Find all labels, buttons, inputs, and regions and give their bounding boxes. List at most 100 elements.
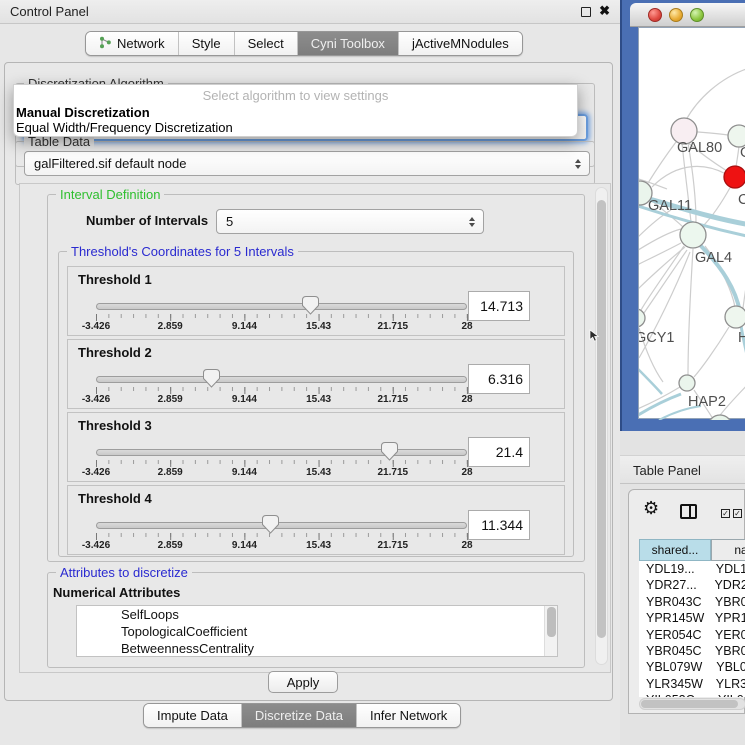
scale-label: 21.715: [378, 394, 409, 405]
float-panel-icon[interactable]: [581, 7, 591, 17]
scrollbar-thumb[interactable]: [597, 200, 606, 638]
num-intervals-select[interactable]: 5: [216, 209, 484, 234]
network-canvas[interactable]: GAL80GACGAL11GAL4GCY1HHAP2: [638, 27, 745, 419]
slider-track[interactable]: [96, 303, 467, 310]
network-window: GAL80GACGAL11GAL4GCY1HHAP2: [620, 0, 745, 431]
table-row[interactable]: YBR045CYBR0: [639, 643, 745, 659]
column-header-na[interactable]: na: [711, 539, 745, 561]
table-header: shared...na: [639, 539, 745, 561]
tab-cyni-toolbox[interactable]: Cyni Toolbox: [297, 32, 398, 55]
slider-handle[interactable]: [262, 515, 279, 534]
table-hscrollbar[interactable]: [639, 698, 745, 710]
cell-name: YPR1: [708, 610, 745, 626]
slider-handle[interactable]: [381, 442, 398, 461]
column-header-shared-[interactable]: shared...: [639, 539, 711, 561]
table-row[interactable]: YDR27...YDR2: [639, 577, 745, 593]
cell-name: YBR0: [708, 594, 745, 610]
tab-label: Impute Data: [157, 708, 228, 723]
table-data-select[interactable]: galFiltered.sif default node: [24, 151, 590, 176]
apply-button[interactable]: Apply: [268, 671, 338, 693]
node-label-hap2: HAP2: [688, 394, 726, 410]
table-row[interactable]: YLR345WYLR3: [639, 676, 745, 692]
minimize-window-icon[interactable]: [669, 8, 683, 22]
dropdown-item-manual-discretization[interactable]: Manual Discretization: [14, 105, 577, 120]
slider-handle[interactable]: [302, 296, 319, 315]
network-edge: [648, 142, 676, 183]
node-label-ga: GA: [740, 145, 745, 161]
panel-title: Control Panel: [10, 4, 89, 19]
node-label-c: C: [738, 192, 745, 208]
network-edge: [639, 250, 687, 326]
node-label-gcy1: GCY1: [639, 330, 675, 346]
tab-infer-network[interactable]: Infer Network: [356, 704, 460, 727]
scale-label: 15.43: [306, 394, 331, 405]
dropdown-items: Manual DiscretizationEqual Width/Frequen…: [14, 105, 577, 135]
hscrollbar-thumb[interactable]: [641, 700, 738, 708]
columns-icon[interactable]: [680, 504, 697, 519]
close-panel-icon[interactable]: ✖: [599, 3, 610, 19]
network-edge: [641, 246, 684, 310]
network-edge: [694, 327, 729, 377]
threshold-value-field[interactable]: 6.316: [468, 364, 530, 394]
select-all-checkbox-icon[interactable]: ✓: [721, 509, 730, 518]
cell-name: YLR3: [709, 676, 745, 692]
table-row[interactable]: YBL079WYBL0: [639, 659, 745, 675]
attributes-group-label: Attributes to discretize: [56, 565, 192, 580]
table-row[interactable]: YDL19...YDL1: [639, 561, 745, 577]
numerical-attributes-label: Numerical Attributes: [53, 585, 180, 600]
tab-select[interactable]: Select: [234, 32, 297, 55]
attribute-item-betweennesscentrality[interactable]: BetweennessCentrality: [77, 640, 557, 657]
network-node-h[interactable]: [725, 306, 745, 328]
network-edge: [639, 229, 681, 252]
slider-major-ticks: [96, 387, 468, 394]
tab-style[interactable]: Style: [178, 32, 234, 55]
scale-label: 9.144: [232, 394, 257, 405]
tab-discretize-data[interactable]: Discretize Data: [241, 704, 356, 727]
table-row[interactable]: YER054CYER0: [639, 627, 745, 643]
numerical-attributes-list[interactable]: SelfLoopsTopologicalCoefficientBetweenne…: [76, 605, 558, 657]
slider-handle[interactable]: [203, 369, 220, 388]
num-intervals-value: 5: [226, 210, 233, 234]
cell-shared-name: YPR145W: [639, 610, 708, 626]
scale-label: 2.859: [158, 394, 183, 405]
zoom-window-icon[interactable]: [690, 8, 704, 22]
threshold-value-field[interactable]: 14.713: [468, 291, 530, 321]
panel-scrollbar[interactable]: [595, 187, 608, 665]
close-window-icon[interactable]: [648, 8, 662, 22]
slider-track[interactable]: [96, 449, 467, 456]
network-node-gal4[interactable]: [680, 222, 706, 248]
cell-name: YBL0: [709, 659, 745, 675]
spinner-arrows-icon: [575, 159, 581, 169]
table-data-group: Table Data galFiltered.sif default node: [15, 141, 595, 185]
dropdown-item-equal-width-frequency-discretization[interactable]: Equal Width/Frequency Discretization: [14, 120, 577, 135]
threshold-panel-1: Threshold 1-3.4262.8599.14415.4321.71528…: [67, 266, 565, 336]
network-node-gcy1[interactable]: [639, 309, 645, 327]
table-row[interactable]: YBR043CYBR0: [639, 594, 745, 610]
scale-label: 15.43: [306, 321, 331, 332]
tab-label: Select: [248, 36, 284, 51]
table-row[interactable]: YPR145WYPR1: [639, 610, 745, 626]
cell-name: YBR0: [708, 643, 745, 659]
table-row[interactable]: YIL052CYIL0: [639, 692, 745, 697]
tab-impute-data[interactable]: Impute Data: [144, 704, 241, 727]
gear-icon[interactable]: ⚙: [643, 498, 659, 519]
threshold-value-field[interactable]: 21.4: [468, 437, 530, 467]
attribute-item-topologicalcoefficient[interactable]: TopologicalCoefficient: [77, 623, 557, 640]
slider-track[interactable]: [96, 376, 467, 383]
table-rows: YDL19...YDL1YDR27...YDR2YBR043CYBR0YPR14…: [639, 561, 745, 697]
scale-label: 9.144: [232, 321, 257, 332]
select-rows-checkbox-icon[interactable]: ✓: [733, 509, 742, 518]
node-label-gal4: GAL4: [695, 250, 732, 266]
scale-label: 21.715: [378, 467, 409, 478]
list-scrollbar[interactable]: [544, 606, 557, 656]
attribute-item-selfloops[interactable]: SelfLoops: [77, 606, 557, 623]
network-node-ga[interactable]: [728, 125, 745, 147]
network-node-c[interactable]: [724, 166, 745, 188]
slider-track[interactable]: [96, 522, 467, 529]
threshold-value-field[interactable]: 11.344: [468, 510, 530, 540]
scale-label: 9.144: [232, 540, 257, 551]
tab-network[interactable]: Network: [86, 32, 178, 55]
network-node-hap2[interactable]: [679, 375, 695, 391]
tab-jactivemnodules[interactable]: jActiveMNodules: [398, 32, 522, 55]
cell-name: YER0: [708, 627, 745, 643]
